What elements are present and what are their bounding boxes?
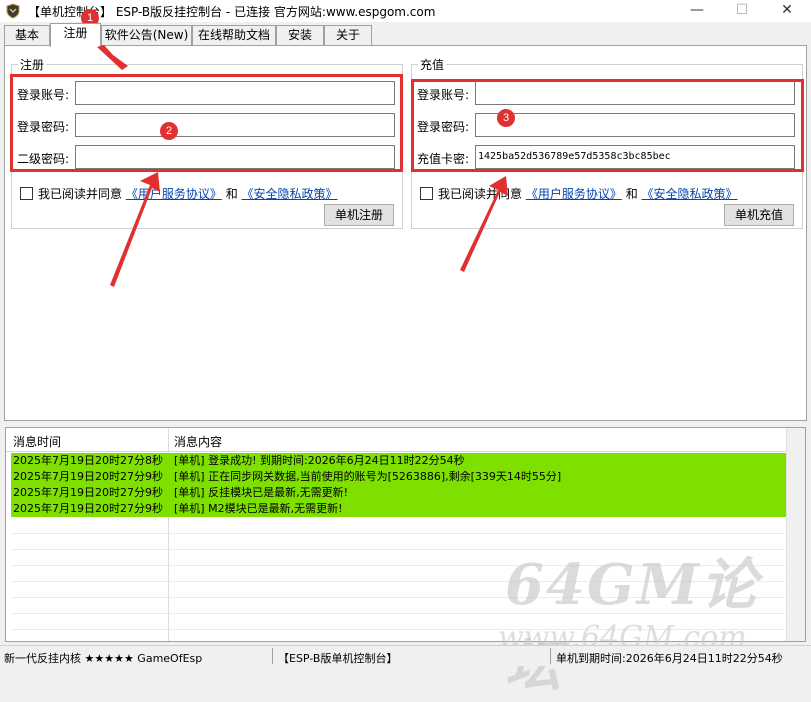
- title-bar: 【单机控制台】 ESP-B版反挂控制台 - 已连接 官方网站:www.espgo…: [0, 0, 811, 22]
- row-time: 2025年7月19日20时27分9秒: [13, 502, 163, 515]
- agree-and: 和: [625, 187, 638, 201]
- status-console-name: 【ESP-B版单机控制台】: [278, 652, 398, 665]
- tab-install[interactable]: 安装: [276, 25, 324, 46]
- user-agreement-link[interactable]: 《用户服务协议》: [126, 187, 222, 201]
- table-row[interactable]: 2025年7月19日20时27分9秒 [单机] 反挂模块已是最新,无需更新!: [11, 485, 786, 501]
- register-account-label: 登录账号:: [17, 88, 70, 102]
- shield-logo-icon: [6, 3, 20, 19]
- close-button[interactable]: ✕: [767, 0, 807, 22]
- column-header-content[interactable]: 消息内容: [174, 433, 222, 450]
- status-kernel: 新一代反挂内核 ★★★★★ GameOfEsp: [4, 652, 203, 665]
- register-tab-panel: 注册 登录账号: 登录密码: 二级密码: 我已阅读并同意 《用户服务协议》 和 …: [4, 45, 807, 421]
- register-password-input[interactable]: [75, 113, 395, 137]
- agree-prefix: 我已阅读并同意: [438, 187, 523, 201]
- user-agreement-link[interactable]: 《用户服务协议》: [526, 187, 622, 201]
- privacy-policy-link[interactable]: 《安全隐私政策》: [242, 187, 338, 201]
- status-bar: 新一代反挂内核 ★★★★★ GameOfEsp 【ESP-B版单机控制台】 单机…: [0, 645, 811, 666]
- row-content: [单机] 登录成功! 到期时间:2026年6月24日11时22分54秒: [174, 454, 465, 467]
- recharge-account-label: 登录账号:: [417, 88, 470, 102]
- register-second-password-input[interactable]: [75, 145, 395, 169]
- status-separator: [550, 648, 551, 664]
- privacy-policy-link[interactable]: 《安全隐私政策》: [642, 187, 738, 201]
- row-content: [单机] 反挂模块已是最新,无需更新!: [174, 486, 348, 499]
- recharge-account-input[interactable]: [475, 81, 795, 105]
- tab-about[interactable]: 关于: [324, 25, 372, 46]
- recharge-agree-text: 我已阅读并同意 《用户服务协议》 和 《安全隐私政策》: [438, 185, 738, 202]
- tab-announcement[interactable]: 软件公告(New): [101, 25, 192, 46]
- annotation-badge-3: 3: [497, 109, 515, 127]
- table-row[interactable]: 2025年7月19日20时27分9秒 [单机] 正在同步网关数据,当前使用的账号…: [11, 469, 786, 485]
- minimize-button[interactable]: —: [677, 0, 717, 22]
- status-separator: [272, 648, 273, 664]
- maximize-button[interactable]: ☐: [722, 0, 762, 22]
- register-group-title: 注册: [18, 56, 47, 73]
- row-time: 2025年7月19日20时27分9秒: [13, 486, 163, 499]
- tab-help-docs[interactable]: 在线帮助文档: [192, 25, 276, 46]
- recharge-card-label: 充值卡密:: [417, 152, 470, 166]
- log-header: 消息时间 消息内容: [6, 428, 786, 452]
- recharge-agree-checkbox[interactable]: [420, 187, 433, 200]
- register-account-input[interactable]: [75, 81, 395, 105]
- register-group: 注册 登录账号: 登录密码: 二级密码: 我已阅读并同意 《用户服务协议》 和 …: [11, 56, 403, 229]
- agree-prefix: 我已阅读并同意: [38, 187, 123, 201]
- tab-register[interactable]: 注册: [50, 23, 101, 47]
- standalone-recharge-button[interactable]: 单机充值: [724, 204, 794, 226]
- register-agree-text: 我已阅读并同意 《用户服务协议》 和 《安全隐私政策》: [38, 185, 338, 202]
- row-time: 2025年7月19日20时27分8秒: [13, 454, 163, 467]
- table-row[interactable]: 2025年7月19日20时27分9秒 [单机] M2模块已是最新,无需更新!: [11, 501, 786, 517]
- agree-and: 和: [225, 187, 238, 201]
- row-content: [单机] 正在同步网关数据,当前使用的账号为[5263886],剩余[339天1…: [174, 470, 562, 483]
- recharge-password-label: 登录密码:: [417, 120, 470, 134]
- row-time: 2025年7月19日20时27分9秒: [13, 470, 163, 483]
- standalone-register-button[interactable]: 单机注册: [324, 204, 394, 226]
- tab-basic[interactable]: 基本: [4, 25, 50, 46]
- recharge-card-input[interactable]: 1425ba52d536789e57d5358c3bc85bec: [475, 145, 795, 169]
- annotation-badge-2: 2: [160, 122, 178, 140]
- grid-line: [11, 533, 786, 534]
- column-header-time[interactable]: 消息时间: [13, 433, 61, 450]
- register-second-password-label: 二级密码:: [17, 152, 70, 166]
- recharge-password-input[interactable]: [475, 113, 795, 137]
- recharge-group-title: 充值: [418, 56, 447, 73]
- table-row[interactable]: 2025年7月19日20时27分8秒 [单机] 登录成功! 到期时间:2026年…: [11, 453, 786, 469]
- status-expiry: 单机到期时间:2026年6月24日11时22分54秒: [556, 652, 783, 665]
- recharge-group: 充值 登录账号: 登录密码: 充值卡密: 1425ba52d536789e57d…: [411, 56, 803, 229]
- register-password-label: 登录密码:: [17, 120, 70, 134]
- register-agree-checkbox[interactable]: [20, 187, 33, 200]
- row-content: [单机] M2模块已是最新,无需更新!: [174, 502, 343, 515]
